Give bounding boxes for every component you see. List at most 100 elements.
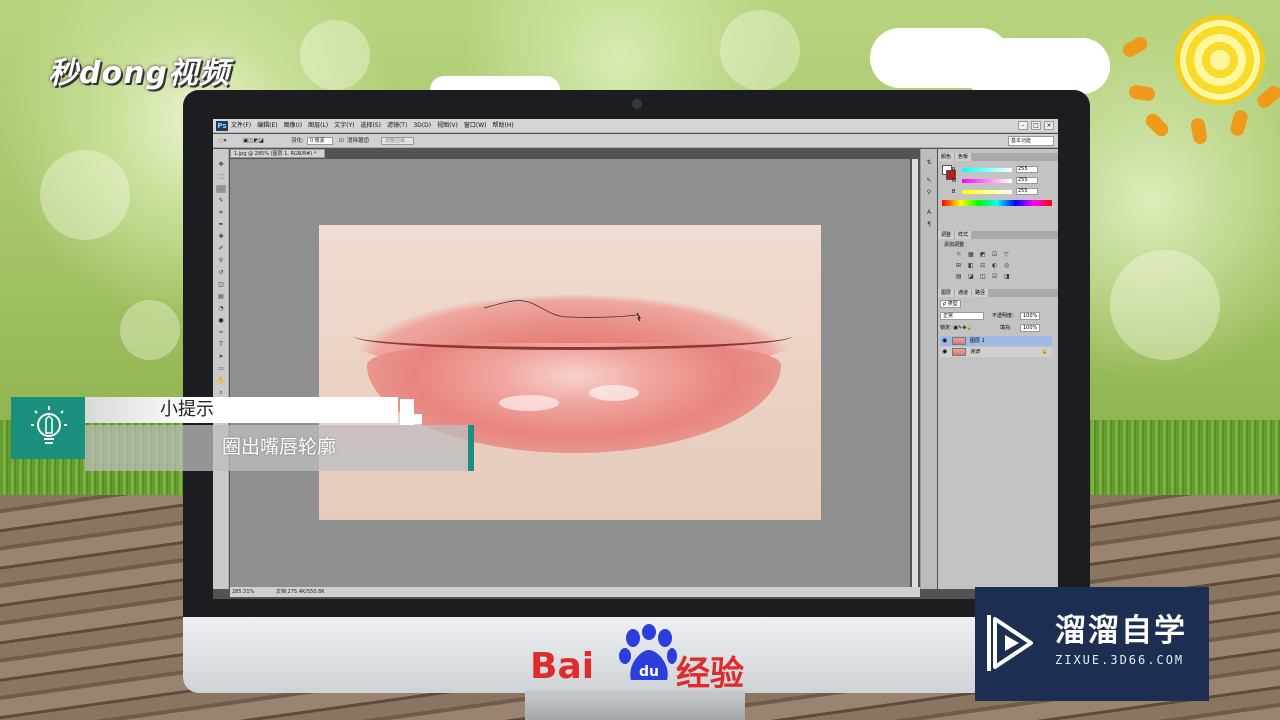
document-tab[interactable]: 1.jpg @ 285% (图层 1, RGB/8#) *	[230, 149, 325, 158]
menu-item[interactable]: 选择(S)	[360, 119, 381, 133]
quick-select-icon[interactable]: ✎	[216, 197, 226, 205]
menu-item[interactable]: 帮助(H)	[493, 119, 514, 133]
menu-list: 文件(F) 编辑(E) 图像(I) 图层(L) 文字(Y) 选择(S) 滤镜(T) 3D(D)…	[231, 119, 514, 133]
adjustment-icon[interactable]: ◎	[1004, 260, 1016, 271]
green-channel-row: G 255	[952, 177, 1052, 185]
fill-label: 填充:	[1000, 325, 1012, 331]
gradient-tool-icon[interactable]: ▤	[216, 293, 226, 301]
adjustment-icon[interactable]: ☑	[992, 271, 1004, 282]
lock-icons[interactable]: ▣✎✥🔒	[953, 325, 972, 331]
eraser-icon[interactable]: ◫	[216, 281, 226, 289]
blue-value[interactable]: 255	[1016, 188, 1038, 195]
adjustment-icon[interactable]: ◩	[980, 249, 992, 260]
layer-row-selected[interactable]: ◉ 图层 1	[940, 336, 1052, 346]
visibility-eye-icon[interactable]: ◉	[942, 336, 947, 346]
layer-row[interactable]: ◉ 背景 🔒	[940, 347, 1052, 357]
menu-item[interactable]: 文字(Y)	[334, 119, 354, 133]
brush-panel-icon[interactable]: ✎	[924, 177, 934, 186]
brush-tool-icon[interactable]: ✐	[216, 245, 226, 253]
adjustment-icon[interactable]: ◧	[968, 260, 980, 271]
adjustment-icon[interactable]: ◐	[992, 260, 1004, 271]
antialias-checkbox[interactable]: ☑	[339, 134, 344, 148]
lips-photo[interactable]	[319, 225, 821, 520]
tab-styles[interactable]: 样式	[955, 231, 972, 239]
zoom-tool-icon[interactable]: ⌕	[216, 389, 226, 397]
jingyan-text: 经验	[676, 654, 744, 694]
paragraph-panel-icon[interactable]: ¶	[924, 221, 934, 230]
visibility-eye-icon[interactable]: ◉	[942, 347, 947, 357]
minimize-button[interactable]: -	[1018, 121, 1028, 130]
clone-source-icon[interactable]: ⚲	[924, 189, 934, 198]
green-value[interactable]: 255	[1016, 177, 1038, 184]
path-select-icon[interactable]: ➤	[216, 353, 226, 361]
ps-app-icon[interactable]: Ps	[216, 121, 228, 131]
menu-item[interactable]: 视图(V)	[437, 119, 458, 133]
adjustment-icon[interactable]: ◫	[980, 271, 992, 282]
zoom-level[interactable]: 285.31%	[232, 587, 254, 597]
red-value[interactable]: 255	[1016, 166, 1038, 173]
menu-item[interactable]: 3D(D)	[413, 119, 431, 133]
adjustment-icon[interactable]: ⚖	[980, 260, 992, 271]
character-panel-icon[interactable]: A	[924, 209, 934, 218]
adjustment-icon[interactable]: ◨	[1004, 271, 1016, 282]
marquee-tool-icon[interactable]: ⬚	[216, 173, 226, 181]
adjustment-icon[interactable]: ▽	[1004, 249, 1016, 260]
adjustment-icon[interactable]: ☼	[956, 249, 968, 260]
photoshop-window: Ps 文件(F) 编辑(E) 图像(I) 图层(L) 文字(Y) 选择(S) 滤镜(T) 3D…	[213, 119, 1058, 599]
adjustment-icon[interactable]: ⊞	[956, 260, 968, 271]
tab-color[interactable]: 颜色	[938, 153, 955, 161]
menu-item[interactable]: 图像(I)	[284, 119, 302, 133]
refine-edge-button[interactable]: 调整边缘...	[381, 137, 414, 145]
pen-tool-icon[interactable]: ✑	[216, 329, 226, 337]
maximize-button[interactable]: □	[1031, 121, 1041, 130]
healing-brush-icon[interactable]: ✚	[216, 233, 226, 241]
tab-swatches[interactable]: 色板	[955, 153, 972, 161]
layers-panel-tabs: 图层 通道 路径	[938, 289, 1058, 297]
clone-stamp-icon[interactable]: ⚲	[216, 257, 226, 265]
eyedropper-icon[interactable]: ✒	[216, 221, 226, 229]
crop-tool-icon[interactable]: ⌗	[216, 209, 226, 217]
layer-filter-select[interactable]: ρ 类型	[940, 300, 961, 308]
tab-paths[interactable]: 路径	[972, 289, 989, 297]
dodge-tool-icon[interactable]: ●	[216, 317, 226, 325]
blue-slider[interactable]	[962, 190, 1012, 194]
history-brush-icon[interactable]: ↺	[216, 269, 226, 277]
adjustment-icon[interactable]: ◪	[968, 271, 980, 282]
hand-tool-icon[interactable]: ✋	[216, 377, 226, 385]
lasso-tool-icon[interactable]: ◌	[216, 185, 226, 193]
adjustment-icon[interactable]: ☑	[992, 249, 1004, 260]
vertical-scrollbar[interactable]	[912, 159, 918, 587]
menu-item[interactable]: 图层(L)	[308, 119, 328, 133]
feather-input[interactable]: 0 像素	[307, 137, 333, 145]
type-tool-icon[interactable]: T	[216, 341, 226, 349]
lock-label: 锁定:	[940, 325, 952, 331]
bokeh-light	[300, 20, 370, 90]
shape-tool-icon[interactable]: ▭	[216, 365, 226, 373]
canvas-area[interactable]	[230, 159, 910, 587]
menu-item[interactable]: 编辑(E)	[257, 119, 277, 133]
history-panel-icon[interactable]: ⇅	[924, 159, 934, 168]
selection-mode-icons[interactable]: ▣◫◩◪	[243, 134, 264, 148]
blur-tool-icon[interactable]: ◔	[216, 305, 226, 313]
blend-row: 正常 不透明度: 100%	[940, 311, 1056, 321]
blend-mode-select[interactable]: 正常	[940, 312, 984, 320]
adjustment-icon[interactable]: ▦	[968, 249, 980, 260]
tip-decoration	[414, 414, 422, 424]
workspace-select[interactable]: 基本功能	[1008, 136, 1054, 146]
tab-layers[interactable]: 图层	[938, 289, 955, 297]
red-slider[interactable]	[962, 168, 1012, 172]
menu-item[interactable]: 滤镜(T)	[387, 119, 407, 133]
tab-adjustments[interactable]: 调整	[938, 231, 955, 239]
move-tool-icon[interactable]: ✥	[216, 161, 226, 169]
fill-input[interactable]: 100%	[1020, 324, 1041, 332]
close-button[interactable]: ×	[1044, 121, 1054, 130]
opacity-input[interactable]: 100%	[1020, 312, 1041, 320]
tab-channels[interactable]: 通道	[955, 289, 972, 297]
menu-item[interactable]: 窗口(W)	[464, 119, 487, 133]
lasso-tool-preset-icon[interactable]: ◌▾	[219, 134, 227, 148]
color-spectrum[interactable]	[942, 200, 1052, 206]
green-slider[interactable]	[962, 179, 1012, 183]
adjustment-icon[interactable]: ▤	[956, 271, 968, 282]
menu-item[interactable]: 文件(F)	[231, 119, 251, 133]
sun-icon	[1175, 15, 1265, 105]
